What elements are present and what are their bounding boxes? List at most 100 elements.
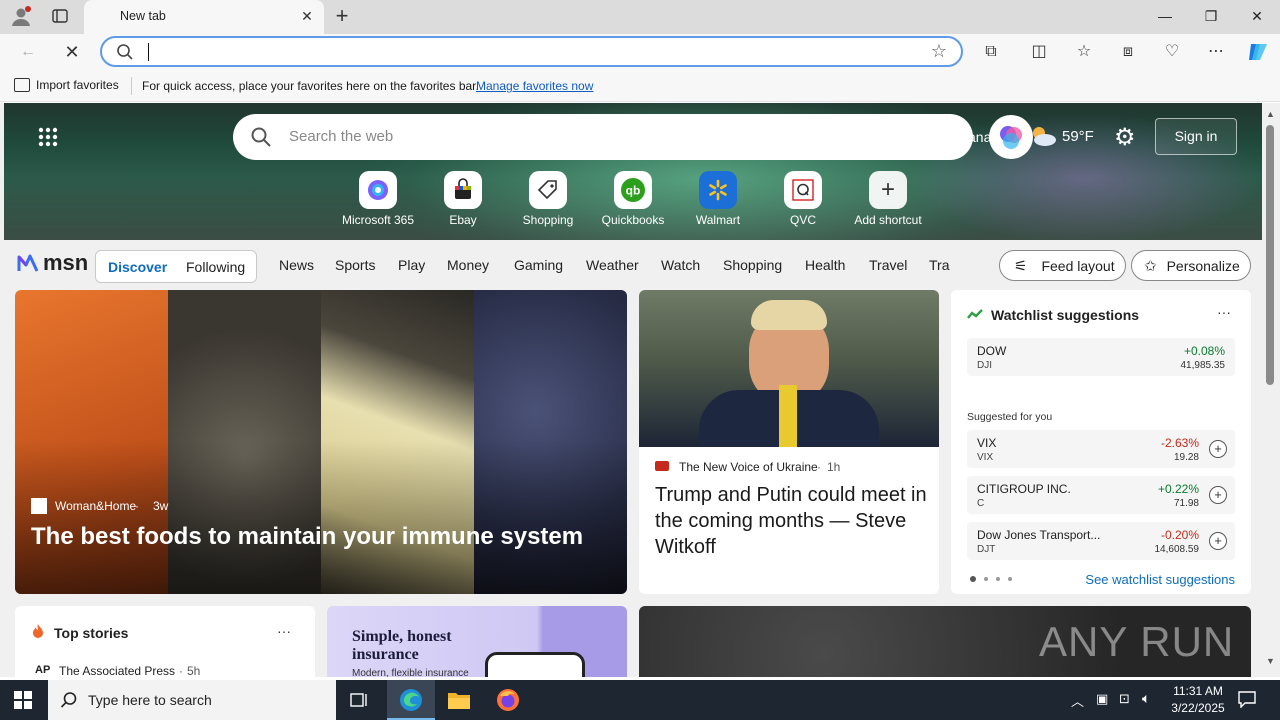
nav-travel[interactable]: Travel — [869, 257, 907, 273]
tab-actions-icon[interactable] — [52, 8, 70, 24]
copilot-avatar-icon[interactable] — [989, 115, 1033, 159]
stock-change: -0.20% — [1160, 528, 1199, 542]
scroll-down-arrow-icon[interactable]: ▼ — [1266, 656, 1275, 666]
shortcut-walmart[interactable]: Walmart — [675, 171, 761, 227]
stock-name: CITIGROUP INC. — [977, 482, 1071, 496]
nav-weather[interactable]: Weather — [586, 257, 639, 273]
nav-news[interactable]: News — [279, 257, 314, 273]
tab-discover[interactable]: Discover — [108, 259, 167, 275]
nav-health[interactable]: Health — [805, 257, 845, 273]
notifications-icon[interactable] — [1238, 690, 1256, 711]
web-search-box[interactable]: Search the web — [233, 114, 973, 160]
weather-cloud-icon[interactable] — [1029, 125, 1057, 150]
nav-traffic[interactable]: Tra — [929, 257, 951, 273]
shortcut-quickbooks[interactable]: qb Quickbooks — [590, 171, 676, 227]
personalize-button[interactable]: ✩ Personalize — [1131, 250, 1251, 281]
taskbar-search-box[interactable]: Type here to search — [48, 680, 336, 720]
show-hidden-icons-chevron-icon[interactable]: ︿ — [1071, 691, 1084, 710]
tab-following[interactable]: Following — [186, 259, 245, 275]
news-title[interactable]: Trump and Putin could meet in the coming… — [655, 482, 927, 560]
address-input[interactable] — [148, 43, 908, 61]
back-icon[interactable]: ← — [16, 40, 40, 64]
nav-money[interactable]: Money — [447, 257, 489, 273]
tab-strip: New tab ✕ + — ❐ ✕ — [0, 0, 1280, 34]
article-title[interactable]: The best foods to maintain your immune s… — [31, 523, 621, 551]
feature-card-foods[interactable]: Woman&Home · 3w The best foods to mainta… — [15, 290, 627, 594]
top-stories-more-icon[interactable]: ··· — [277, 623, 291, 639]
volume-icon[interactable]: 🔈︎ — [1142, 690, 1150, 707]
m365-icon — [359, 171, 397, 209]
close-window-icon[interactable]: ✕ — [1234, 0, 1280, 32]
top-stories-card: Top stories ··· AP The Associated Press … — [15, 606, 315, 677]
stock-price: 14,608.59 — [1154, 544, 1200, 555]
clock-time[interactable]: 11:31 AM — [1168, 684, 1228, 698]
task-view-icon[interactable] — [350, 691, 370, 712]
collections-icon[interactable]: ⧈ — [1116, 40, 1140, 64]
msn-logo[interactable]: msn — [16, 250, 88, 276]
favorite-star-icon[interactable]: ☆ — [931, 41, 947, 62]
extensions-icon[interactable]: ⧉ — [979, 40, 1003, 64]
watchlist-row-djt[interactable]: Dow Jones Transport... DJT -0.20% 14,608… — [967, 522, 1235, 560]
nav-watch[interactable]: Watch — [661, 257, 700, 273]
split-screen-icon[interactable]: ◫ — [1027, 40, 1051, 64]
manage-favorites-link[interactable]: Manage favorites now — [476, 79, 593, 93]
nav-sports[interactable]: Sports — [335, 257, 375, 273]
settings-gear-icon[interactable]: ⚙ — [1114, 123, 1136, 152]
minimize-icon[interactable]: — — [1142, 0, 1188, 32]
watchlist-row-vix[interactable]: VIX VIX -2.63% 19.28 + — [967, 430, 1235, 468]
sign-in-button[interactable]: Sign in — [1155, 118, 1237, 155]
add-to-watchlist-icon[interactable]: + — [1209, 486, 1227, 504]
file-explorer-icon[interactable] — [447, 690, 471, 713]
personalize-label: Personalize — [1166, 257, 1240, 274]
shortcut-microsoft-365[interactable]: Microsoft 365 — [335, 171, 421, 227]
page-scrollbar[interactable]: ▲ ▼ — [1262, 103, 1280, 677]
nav-shopping[interactable]: Shopping — [723, 257, 782, 273]
nav-gaming[interactable]: Gaming — [514, 257, 563, 273]
new-tab-button[interactable]: + — [330, 4, 354, 28]
scroll-thumb[interactable] — [1266, 125, 1274, 385]
address-bar[interactable]: ☆ — [100, 36, 963, 67]
shortcut-add[interactable]: + Add shortcut — [845, 171, 931, 227]
news-card-trump-putin[interactable]: The New Voice of Ukraine · 1h Trump and … — [639, 290, 939, 594]
network-icon[interactable]: ⊡ — [1119, 691, 1130, 707]
taskbar-edge-icon[interactable] — [387, 680, 435, 720]
browser-essentials-icon[interactable]: ♡ — [1160, 40, 1184, 64]
import-favorites-button[interactable]: Import favorites — [14, 78, 119, 92]
import-icon — [14, 78, 30, 92]
see-watchlist-link[interactable]: See watchlist suggestions — [1085, 572, 1235, 587]
restore-icon[interactable]: ❐ — [1188, 0, 1234, 32]
close-tab-icon[interactable]: ✕ — [298, 7, 316, 25]
add-to-watchlist-icon[interactable]: + — [1209, 440, 1227, 458]
shortcut-qvc[interactable]: QVC — [760, 171, 846, 227]
shortcut-shopping[interactable]: Shopping — [505, 171, 591, 227]
add-to-watchlist-icon[interactable]: + — [1209, 532, 1227, 550]
sliders-icon: ⚟ — [1014, 257, 1028, 275]
feed-layout-button[interactable]: ⚟ Feed layout — [999, 250, 1126, 281]
tab-new-tab[interactable]: New tab ✕ — [84, 0, 324, 34]
taskbar-search-input[interactable]: Type here to search — [88, 692, 212, 708]
copilot-icon[interactable] — [1246, 40, 1270, 64]
carousel-dots[interactable] — [970, 576, 1012, 582]
app-launcher-icon[interactable] — [38, 127, 58, 150]
image-card-dark[interactable]: ANY RUN — [639, 606, 1251, 677]
start-windows-icon[interactable] — [14, 691, 32, 712]
watchlist-row-citigroup[interactable]: CITIGROUP INC. C +0.22% 71.98 + — [967, 476, 1235, 514]
clock-date[interactable]: 3/22/2025 — [1166, 701, 1230, 715]
insurance-ad-card[interactable]: Simple, honest insurance Modern, flexibl… — [327, 606, 627, 677]
scroll-up-arrow-icon[interactable]: ▲ — [1266, 109, 1275, 119]
watchlist-more-icon[interactable]: ··· — [1217, 304, 1231, 320]
shortcut-ebay[interactable]: Ebay — [420, 171, 506, 227]
news-photo — [639, 290, 939, 447]
weather-temperature[interactable]: 59°F — [1062, 128, 1094, 145]
firefox-icon[interactable] — [496, 688, 520, 715]
watchlist-row-dow[interactable]: DOW DJI +0.08% 41,985.35 — [967, 338, 1235, 376]
more-menu-icon[interactable]: ⋯ — [1204, 40, 1228, 64]
web-search-input[interactable]: Search the web — [289, 128, 393, 145]
profile-icon[interactable] — [10, 5, 32, 27]
stop-loading-icon[interactable]: ✕ — [60, 40, 84, 64]
quickbooks-icon: qb — [614, 171, 652, 209]
svg-text:qb: qb — [626, 184, 641, 198]
tray-device-icon[interactable]: ▣ — [1096, 691, 1108, 707]
favorites-icon[interactable]: ☆ — [1072, 40, 1096, 64]
nav-play[interactable]: Play — [398, 257, 425, 273]
